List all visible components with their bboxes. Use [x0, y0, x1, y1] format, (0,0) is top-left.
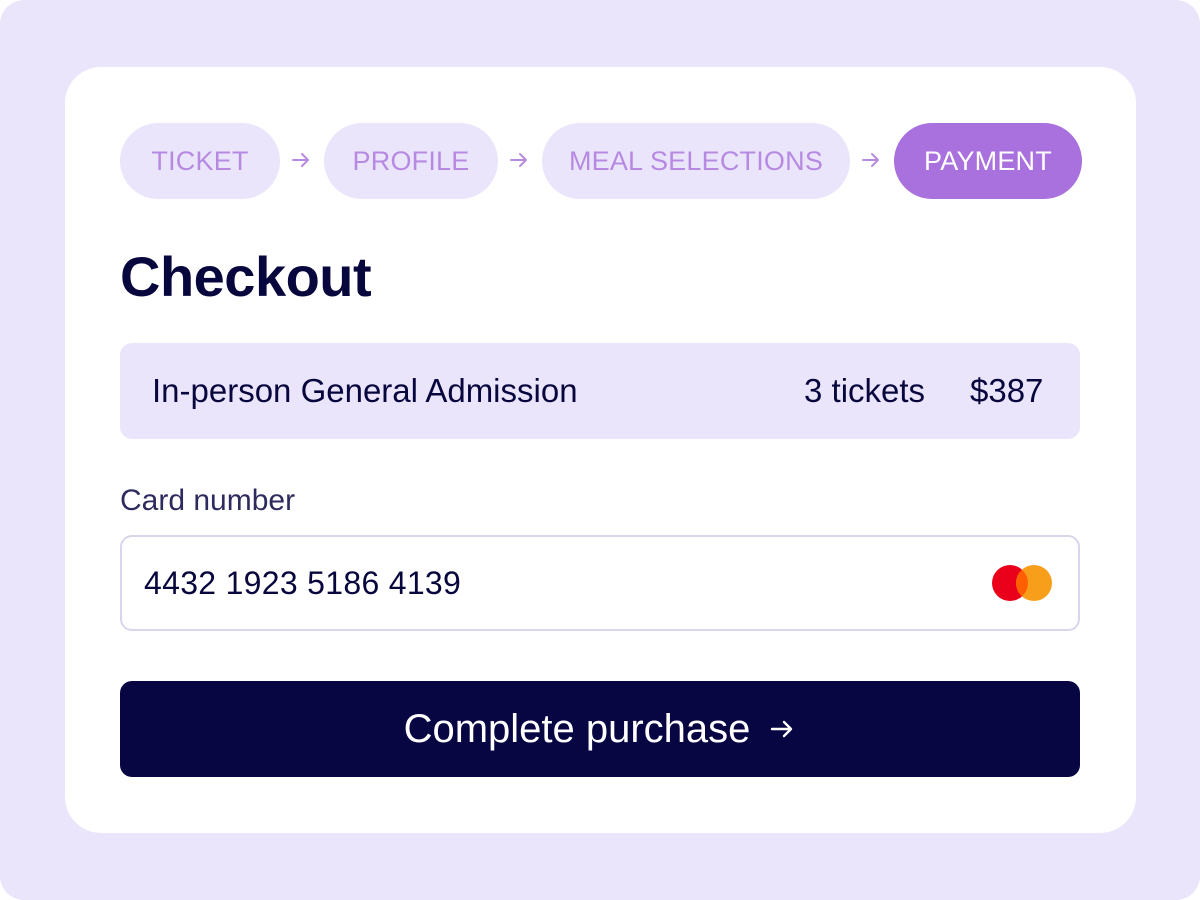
- checkout-steps: TICKET PROFILE MEAL SELECTIONS PAYMENT: [120, 123, 1082, 199]
- order-item-name: In-person General Admission: [152, 372, 578, 409]
- arrow-right-icon: [292, 153, 309, 167]
- card-number-label: Card number: [120, 484, 296, 517]
- arrow-right-icon: [771, 720, 793, 738]
- step-profile[interactable]: PROFILE: [324, 123, 498, 199]
- complete-purchase-button[interactable]: Complete purchase: [120, 681, 1080, 777]
- arrow-right-icon: [862, 153, 879, 167]
- step-payment[interactable]: PAYMENT: [894, 123, 1082, 199]
- order-summary: In-person General Admission 3 tickets $3…: [120, 343, 1080, 439]
- order-quantity: 3 tickets: [804, 372, 926, 409]
- card-number-field[interactable]: 4432 1923 5186 4139: [120, 535, 1080, 631]
- step-ticket[interactable]: TICKET: [120, 123, 280, 199]
- card-number-value[interactable]: 4432 1923 5186 4139: [144, 565, 461, 602]
- arrow-right-icon: [510, 153, 527, 167]
- complete-purchase-label: Complete purchase: [403, 706, 751, 751]
- order-price: $387: [970, 372, 1044, 409]
- step-meal-selections[interactable]: MEAL SELECTIONS: [542, 123, 850, 199]
- page-title: Checkout: [120, 245, 372, 308]
- mastercard-icon: [992, 565, 1052, 601]
